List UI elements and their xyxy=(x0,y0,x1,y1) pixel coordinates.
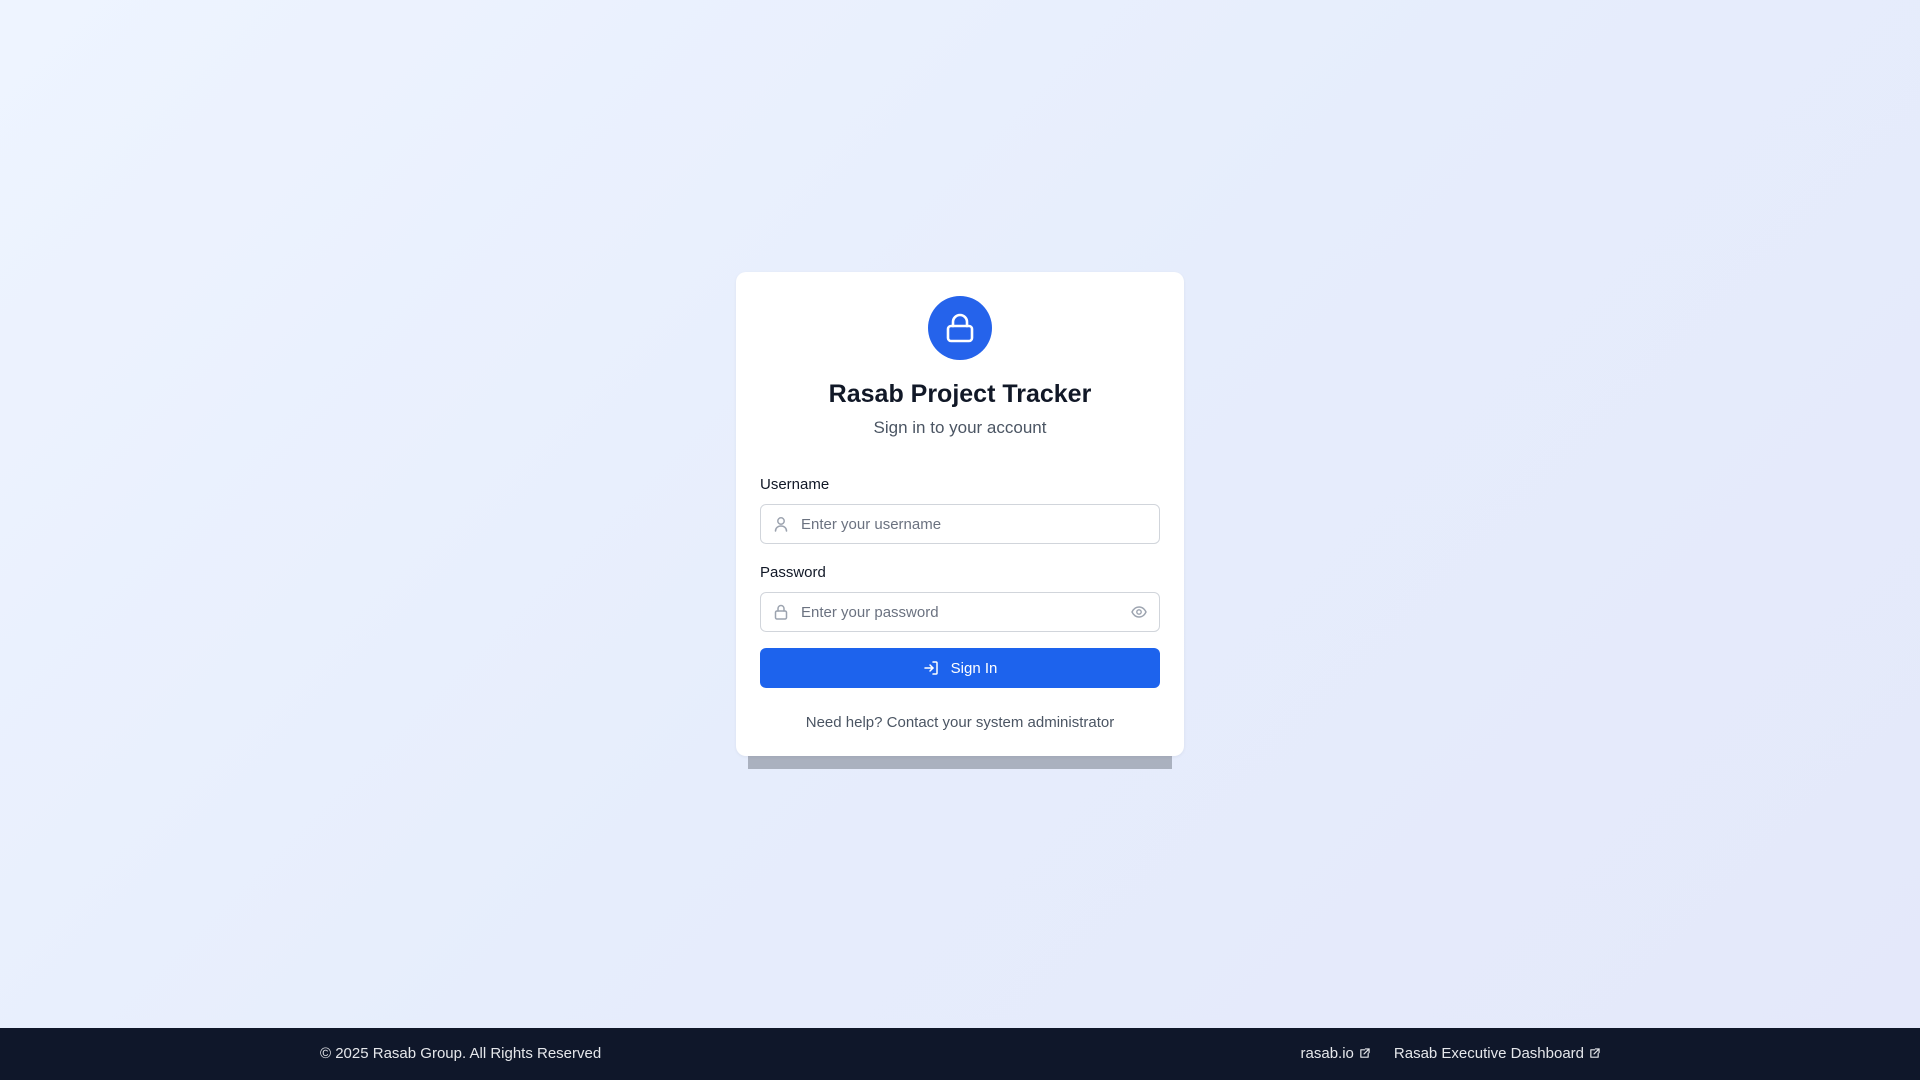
help-text: Need help? Contact your system administr… xyxy=(805,714,1115,731)
footer-link-label: rasab.io xyxy=(1300,1045,1354,1062)
page-title: Rasab Project Tracker xyxy=(828,380,1092,408)
lock-icon xyxy=(946,313,974,343)
username-input[interactable] xyxy=(801,506,1159,542)
login-card: Rasab Project Tracker Sign in to your ac… xyxy=(736,272,1184,756)
footer: © 2025 Rasab Group. All Rights Reserved … xyxy=(0,1028,1920,1080)
header-lock-badge xyxy=(928,296,992,360)
footer-link-rasab-io[interactable]: rasab.io xyxy=(1301,1045,1370,1062)
sign-in-label: Sign In xyxy=(950,659,998,677)
user-icon xyxy=(761,505,801,543)
sign-in-icon xyxy=(923,661,938,675)
page-subtitle: Sign in to your account xyxy=(873,418,1047,437)
external-link-icon xyxy=(1590,1048,1600,1058)
copyright-text: © 2025 Rasab Group. All Rights Reserved xyxy=(320,1045,602,1062)
password-label: Password xyxy=(760,564,826,581)
username-field[interactable] xyxy=(760,504,1160,544)
password-input[interactable] xyxy=(801,594,1119,630)
password-field[interactable] xyxy=(760,592,1160,632)
username-label: Username xyxy=(760,476,830,493)
lock-icon xyxy=(761,593,801,631)
footer-link-executive-dashboard[interactable]: Rasab Executive Dashboard xyxy=(1394,1045,1600,1062)
eye-icon[interactable] xyxy=(1119,593,1159,631)
sign-in-button[interactable]: Sign In xyxy=(760,648,1160,688)
footer-links: rasab.io Rasab Executive Dashboard xyxy=(1301,1045,1600,1062)
login-page: Rasab Project Tracker Sign in to your ac… xyxy=(0,0,1920,1028)
footer-link-label: Rasab Executive Dashboard xyxy=(1393,1045,1584,1062)
external-link-icon xyxy=(1360,1048,1370,1058)
